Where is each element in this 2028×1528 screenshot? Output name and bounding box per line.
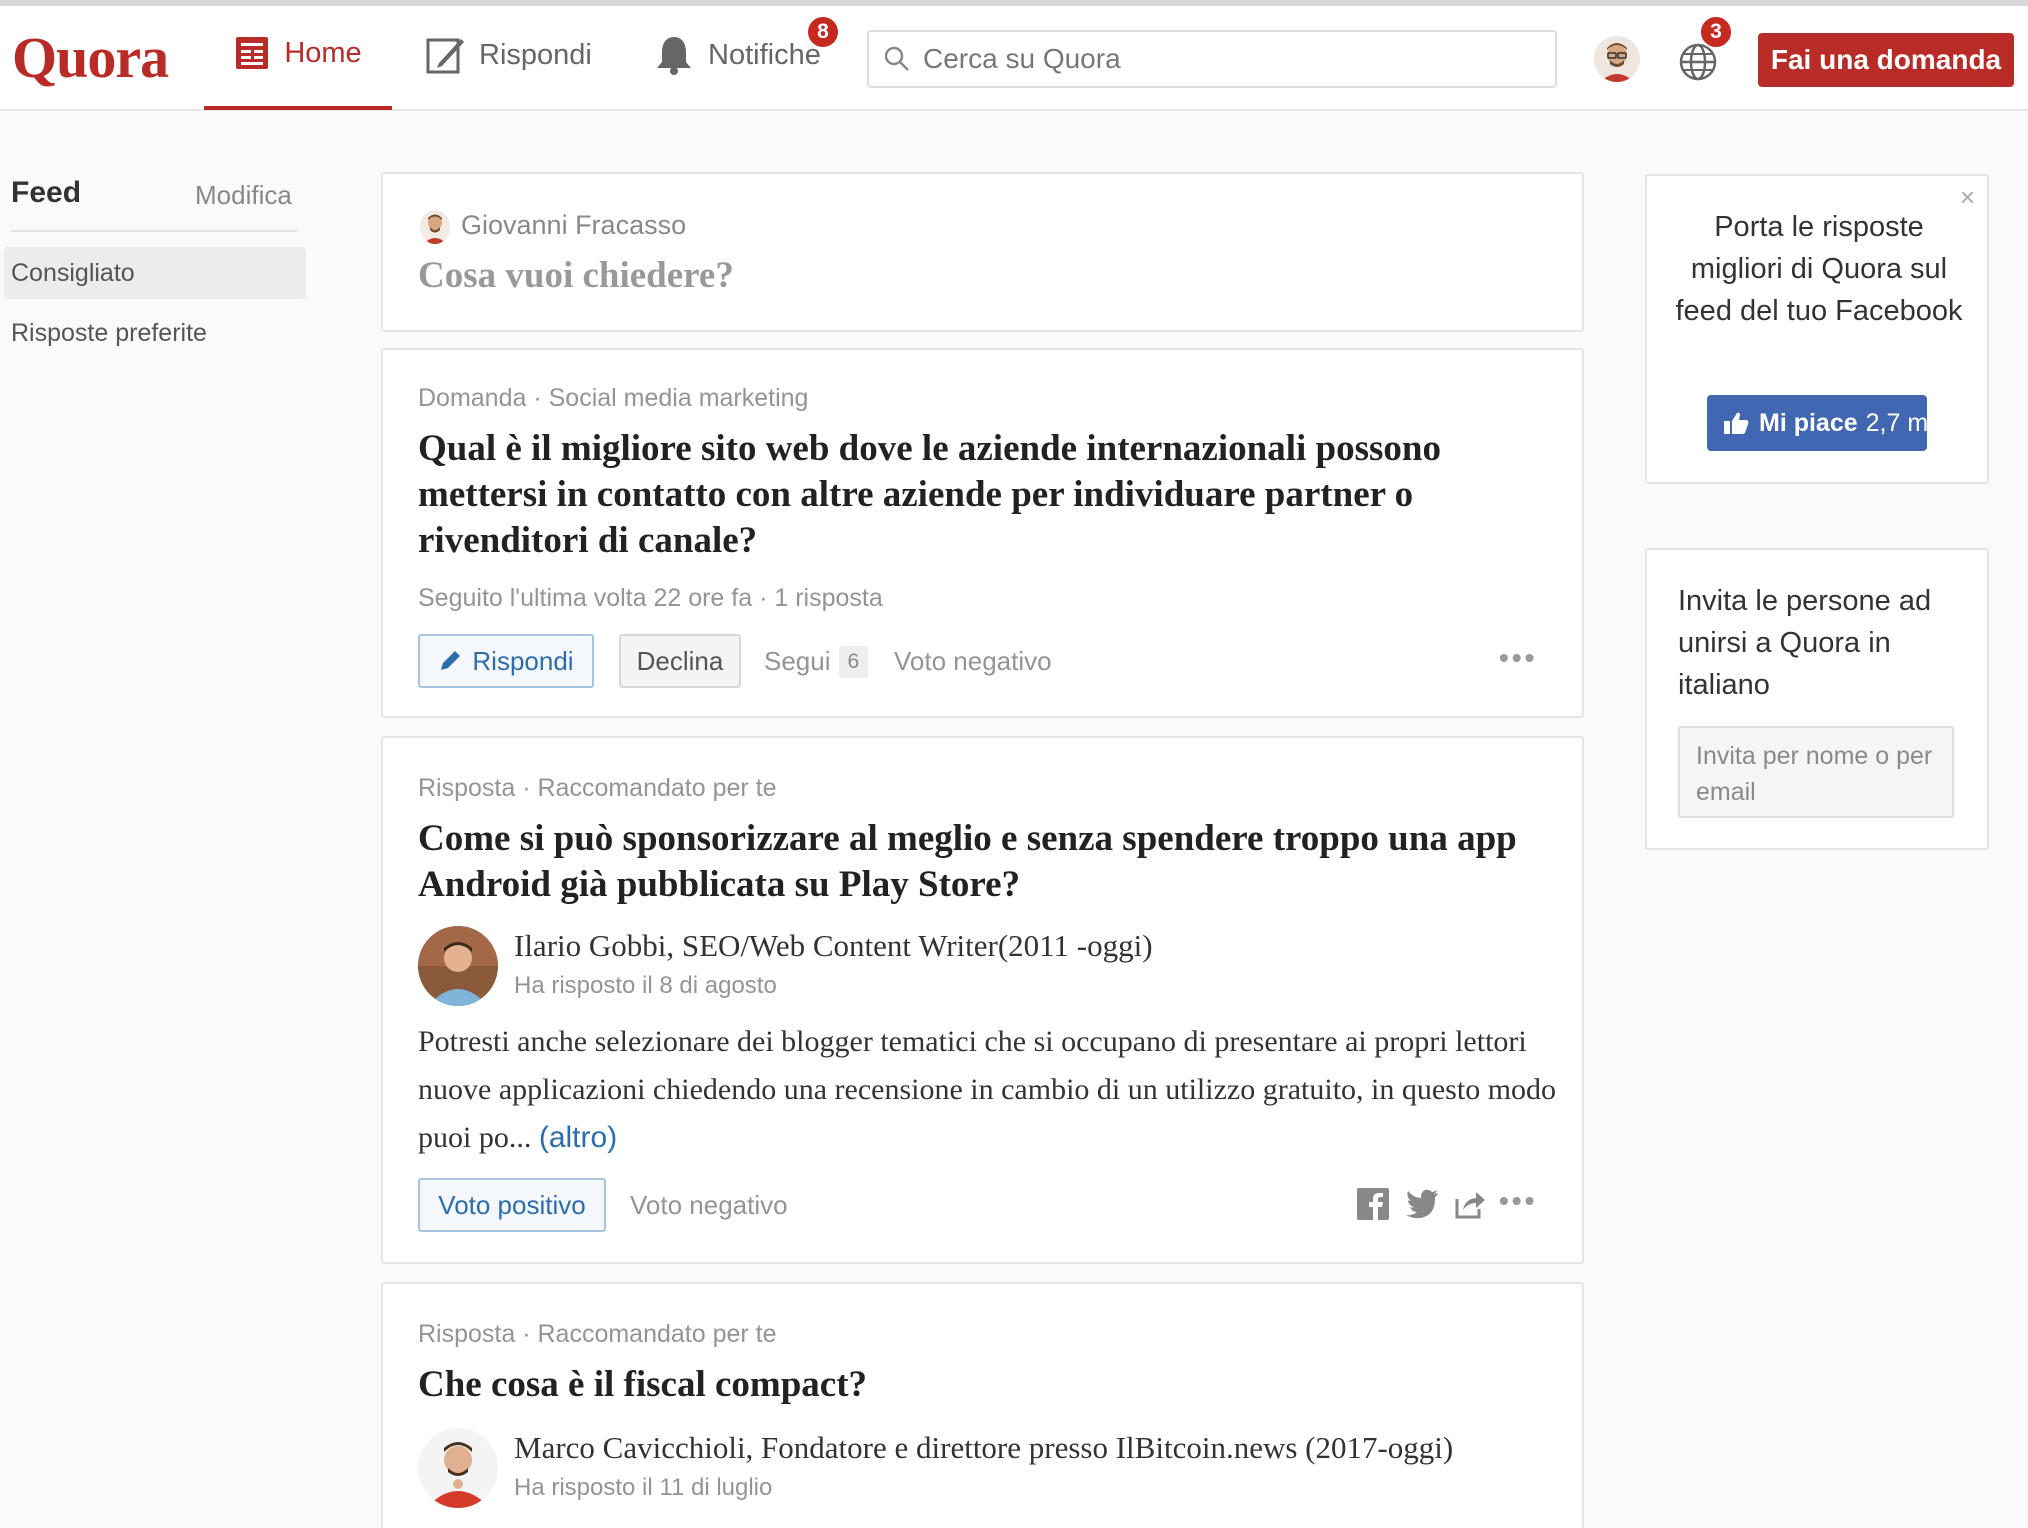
author-avatar[interactable] (418, 1428, 498, 1508)
twitter-share-icon[interactable] (1405, 1189, 1439, 1219)
author-name[interactable]: Marco Cavicchioli, Fondatore e direttore… (514, 1430, 1453, 1466)
search-input[interactable] (923, 43, 1523, 75)
feed-icon (234, 35, 270, 71)
card-meta[interactable]: Risposta · Raccomandato per te (418, 1320, 777, 1349)
card-meta[interactable]: Domanda · Social media marketing (418, 384, 808, 413)
answer-button-label: Rispondi (472, 645, 574, 676)
answer-date[interactable]: Ha risposto il 11 di luglio (514, 1474, 772, 1502)
facebook-like-label: Mi piace (1759, 408, 1858, 437)
share-icon[interactable] (1454, 1189, 1486, 1219)
quora-logo[interactable]: Quora (12, 24, 169, 91)
question-title[interactable]: Qual è il migliore sito web dove le azie… (418, 426, 1558, 564)
more-options-icon[interactable]: ••• (1499, 1185, 1537, 1217)
feed-edit-link[interactable]: Modifica (195, 180, 292, 211)
ask-question-button[interactable]: Fai una domanda (1758, 33, 2014, 87)
nav-home[interactable]: Home (204, 0, 392, 110)
ask-box-prompt[interactable]: Cosa vuoi chiedere? (418, 254, 734, 297)
top-nav-bar: Quora Home Rispondi Notifiche 8 3 Fai un… (0, 0, 2028, 111)
facebook-promo-card: × Porta le risposte migliori di Quora su… (1645, 174, 1989, 484)
decline-button[interactable]: Declina (619, 634, 741, 688)
read-more-link[interactable]: (altro) (539, 1121, 617, 1154)
card-meta[interactable]: Risposta · Raccomandato per te (418, 774, 777, 803)
upvote-button[interactable]: Voto positivo (418, 1178, 606, 1232)
invite-input[interactable]: Invita per nome o per email (1678, 726, 1954, 818)
nav-answer-label: Rispondi (479, 38, 592, 71)
feed-card-question: Domanda · Social media marketing Qual è … (381, 348, 1584, 718)
answer-date[interactable]: Ha risposto il 8 di agosto (514, 972, 777, 1000)
follow-label: Segui (764, 646, 831, 676)
facebook-like-button[interactable]: Mi piace 2,7 mila (1707, 395, 1927, 451)
user-avatar[interactable] (1594, 36, 1640, 82)
user-avatar-small (420, 210, 450, 244)
downvote-button[interactable]: Voto negativo (630, 1190, 788, 1221)
facebook-promo-text: Porta le risposte migliori di Quora sul … (1675, 211, 1963, 327)
facebook-share-icon[interactable] (1357, 1188, 1389, 1220)
divider (11, 230, 297, 232)
sidebar-item-favorite-answers[interactable]: Risposte preferite (4, 307, 306, 359)
bell-icon (654, 34, 694, 76)
answer-excerpt[interactable]: Potresti anche selezionare dei blogger t… (418, 1018, 1568, 1162)
ask-box[interactable]: Giovanni Fracasso Cosa vuoi chiedere? (381, 172, 1584, 332)
question-status: Seguito l'ultima volta 22 ore fa · 1 ris… (418, 584, 883, 612)
follow-count: 6 (838, 646, 869, 678)
answer-button[interactable]: Rispondi (418, 634, 594, 688)
follow-button[interactable]: Segui 6 (764, 646, 869, 678)
downvote-button[interactable]: Voto negativo (894, 646, 1052, 677)
edit-icon (425, 35, 465, 75)
feed-card-answer: Risposta · Raccomandato per te Come si p… (381, 736, 1584, 1264)
ask-box-user: Giovanni Fracasso (461, 210, 687, 240)
more-options-icon[interactable]: ••• (1499, 642, 1537, 674)
feed-title: Feed (11, 176, 82, 209)
nav-notifications-label: Notifiche (708, 38, 821, 71)
nav-notifications[interactable]: Notifiche (654, 0, 821, 110)
search-icon (883, 45, 911, 73)
invite-card: Invita le persone ad unirsi a Quora in i… (1645, 548, 1989, 850)
language-badge: 3 (1699, 15, 1733, 49)
nav-home-label: Home (284, 36, 362, 69)
invite-text: Invita le persone ad unirsi a Quora in i… (1678, 585, 1932, 701)
author-name[interactable]: Ilario Gobbi, SEO/Web Content Writer(201… (514, 928, 1153, 964)
notifications-badge: 8 (806, 15, 840, 49)
feed-card-answer: Risposta · Raccomandato per te Che cosa … (381, 1282, 1584, 1528)
facebook-like-count: 2,7 mila (1865, 408, 1927, 437)
nav-answer[interactable]: Rispondi (425, 0, 592, 110)
sidebar-item-recommended[interactable]: Consigliato (4, 247, 306, 299)
pencil-icon (438, 649, 462, 673)
thumbs-up-icon (1723, 411, 1749, 435)
search-box[interactable] (867, 30, 1557, 88)
question-title[interactable]: Che cosa è il fiscal compact? (418, 1362, 1558, 1408)
question-title[interactable]: Come si può sponsorizzare al meglio e se… (418, 816, 1558, 908)
author-avatar[interactable] (418, 926, 498, 1006)
